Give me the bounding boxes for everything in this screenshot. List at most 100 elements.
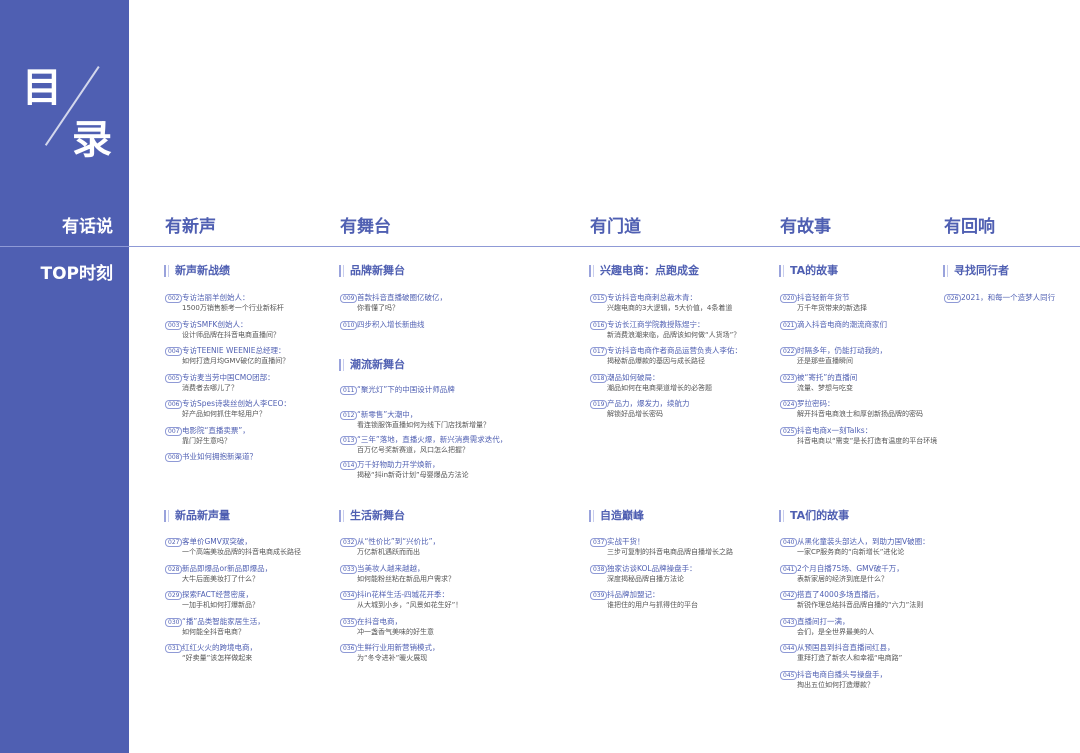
toc-entry[interactable]: 042 搭直了4000多场直播后， 新锐作理总结抖音品牌自播的“六力”法则 bbox=[780, 590, 985, 610]
toc-entry[interactable]: 009 首款抖音直播破圈亿破亿， 你看懂了吗？ bbox=[340, 293, 545, 313]
entry-subtitle: 万亿新机遇跃而而出 bbox=[357, 548, 420, 556]
entry-title: 抖in花样生活-四城花开季： bbox=[357, 590, 450, 599]
entry-subtitle: 表新家居的经济到底是什么？ bbox=[797, 574, 888, 583]
section-title: 生活新舞台 bbox=[339, 510, 405, 522]
page-number-badge: 039 bbox=[590, 591, 608, 600]
toc-entry[interactable]: 032 从“性价比”到“兴价比”， 万亿新机遇跃而而出 bbox=[340, 537, 545, 557]
sidebar: 目 录 有话说 TOP时刻 bbox=[0, 0, 129, 753]
entry-title: 专访抖音电商作者商品运营负责人李佑： bbox=[607, 346, 742, 355]
entry-title: 抖品牌加盟记： bbox=[607, 590, 660, 599]
toc-entry[interactable]: 033 当美妆人越来越越， 如何能粉丝粘在新品用户需求？ bbox=[340, 564, 545, 584]
toc-entry[interactable]: 021 滴入抖音电商的潮流商家们 bbox=[780, 320, 985, 330]
entry-subtitle: 新锐作理总结抖音品牌自播的“六力”法则 bbox=[797, 601, 924, 609]
entry-subtitle: 解锁好品增长密码 bbox=[607, 410, 663, 418]
toc-entry[interactable]: 037 实战干货！ 三步可复制的抖音电商品牌自播增长之路 bbox=[590, 537, 795, 557]
entry-title: 潮品如何破局： bbox=[607, 372, 660, 382]
entry-title: 2021，和每一个造梦人同行 bbox=[961, 293, 1056, 302]
entry-title: 搭直了4000多场直播后， bbox=[797, 590, 884, 599]
toc-entry[interactable]: 011 “聚光灯”下的中国设计师品牌 bbox=[340, 385, 545, 395]
toc-entry[interactable]: 014 万千好物助力开学焕新， 揭秘“抖in新奇计划”母婴爆品方法论 bbox=[340, 460, 545, 480]
toc-entry[interactable]: 018 潮品如何破局： 潮品如何在电商渠道增长的必答题 bbox=[590, 373, 795, 393]
toc-entry[interactable]: 036 生鲜行业用新营销模式， 为“冬令进补”暖火展现 bbox=[340, 643, 545, 663]
entry-subtitle: 谁把住的用户与抓得住的平台 bbox=[607, 601, 698, 609]
entry-title: 当美妆人越来越越， bbox=[357, 563, 425, 573]
entry-title: 首款抖音直播破圈亿破亿， bbox=[357, 293, 447, 302]
entry-title: 被“寄托”的直播间 bbox=[797, 372, 858, 382]
page-number-badge: 017 bbox=[590, 347, 608, 356]
entry-subtitle: 如何能粉丝粘在新品用户需求？ bbox=[357, 574, 455, 583]
page-number-badge: 032 bbox=[340, 538, 358, 547]
entry-subtitle: 流量、梦想与吃变 bbox=[797, 383, 853, 392]
toc-entry[interactable]: 025 抖音电商x一刻Talks： 抖音电商以“需变”是长打造有温度的平台环境 bbox=[780, 426, 985, 446]
section-title: TA们的故事 bbox=[779, 510, 849, 522]
page-number-badge: 038 bbox=[590, 564, 608, 574]
page-number-badge: 010 bbox=[340, 320, 358, 330]
column-heading-3: 有门道 bbox=[590, 217, 641, 237]
entry-title: 滴入抖音电商的潮流商家们 bbox=[797, 319, 887, 329]
entry-subtitle: 重拜打造了新农人和幸福“电商路” bbox=[797, 654, 903, 662]
toc-entry[interactable]: 034 抖in花样生活-四城花开季： 从大城到小乡，“风景如花生好”！ bbox=[340, 590, 545, 610]
entry-subtitle: 兴趣电商的3大逻辑，5大价值，4条着道 bbox=[607, 304, 733, 312]
toc-entry[interactable]: 039 抖品牌加盟记： 谁把住的用户与抓得住的平台 bbox=[590, 590, 795, 610]
toc-entry[interactable]: 010 四步积入增长新曲线 bbox=[340, 320, 545, 330]
toc-entry[interactable]: 026 2021，和每一个造梦人同行 bbox=[944, 293, 1080, 303]
page-number-badge: 023 bbox=[780, 373, 798, 383]
page-number-badge: 003 bbox=[165, 320, 183, 330]
page-number-badge: 014 bbox=[340, 461, 358, 470]
entry-title: 在抖音电商， bbox=[357, 616, 402, 626]
toc-entry[interactable]: 040 从黑化童装头部达人，到助力国V破圈： 一家CP服务商的“向新增长”进化论 bbox=[780, 537, 985, 557]
toc-entry[interactable]: 019 产品力，爆发力，续航力 解锁好品增长密码 bbox=[590, 399, 795, 419]
toc-entry[interactable]: 022 时隔多年，仍能打动我的， 还是那些直播瞬间 bbox=[780, 346, 985, 366]
section-title: 新品新声量 bbox=[164, 510, 230, 522]
toc-entry[interactable]: 023 被“寄托”的直播间 流量、梦想与吃变 bbox=[780, 373, 985, 393]
page-number-badge: 021 bbox=[780, 320, 798, 330]
page-number-badge: 024 bbox=[780, 400, 798, 409]
entry-subtitle: 潮品如何在电商渠道增长的必答题 bbox=[607, 383, 712, 392]
entry-title: 从黑化童装头部达人，到助力国V破圈： bbox=[797, 537, 930, 546]
entry-subtitle: 你看懂了吗？ bbox=[357, 304, 399, 312]
entry-subtitle: 三步可复制的抖音电商品牌自播增长之路 bbox=[607, 548, 733, 556]
toc-entry[interactable]: 004 专访TEENIE WEENIE总经理： 如何打造月均GMV破亿的直播间？ bbox=[165, 346, 370, 366]
page-number-badge: 004 bbox=[165, 347, 183, 356]
entry-subtitle: 一家CP服务商的“向新增长”进化论 bbox=[797, 548, 905, 556]
entry-subtitle: 设计师品牌在抖音电商直播间？ bbox=[182, 330, 280, 339]
entry-title: 抖音电商x一刻Talks： bbox=[797, 425, 873, 435]
entry-title: “三年”落地，直播火爆，新兴消费需求迭代， bbox=[357, 435, 508, 444]
entry-subtitle: 解开抖音电商浪士和厚创新扬品牌的密码 bbox=[797, 410, 923, 418]
page-number-badge: 008 bbox=[165, 453, 183, 462]
entry-title: 从预国县到抖音直播间红县， bbox=[797, 643, 895, 652]
toc-entry[interactable]: 012 “新零售”大潮中， 看连锁服饰直播如何为线下门店找新增量？ bbox=[340, 410, 545, 430]
toc-entry[interactable]: 017 专访抖音电商作者商品运营负责人李佑： 揭秘新品爆款的基因与成长路径 bbox=[590, 346, 795, 366]
page-number-badge: 007 bbox=[165, 426, 183, 436]
page-number-badge: 015 bbox=[590, 294, 608, 303]
page-number-badge: 026 bbox=[944, 294, 962, 303]
section-title: 自造巅峰 bbox=[589, 510, 644, 522]
entry-title: “聚光灯”下的中国设计师品牌 bbox=[357, 385, 455, 394]
entry-title: 专访长江商学院教授陈煜宁： bbox=[607, 319, 705, 329]
entry-title: 专访TEENIE WEENIE总经理： bbox=[182, 346, 286, 355]
row-label-youhuashuo: 有话说 bbox=[62, 217, 113, 237]
toc-entry[interactable]: 035 在抖音电商， 冲一盏香气美味的好生意 bbox=[340, 617, 545, 637]
page-number-badge: 019 bbox=[590, 400, 608, 409]
entry-subtitle: 会们，是全世界最美的人 bbox=[797, 627, 874, 636]
page-number-badge: 027 bbox=[165, 538, 183, 547]
page-number-badge: 036 bbox=[340, 644, 358, 653]
entry-subtitle: 冲一盏香气美味的好生意 bbox=[357, 627, 434, 636]
page-number-badge: 029 bbox=[165, 591, 183, 600]
toc-entry[interactable]: 044 从预国县到抖音直播间红县， 重拜打造了新农人和幸福“电商路” bbox=[780, 643, 985, 663]
page-number-badge: 028 bbox=[165, 564, 183, 574]
page-number-badge: 034 bbox=[340, 591, 358, 600]
toc-entry[interactable]: 045 抖音电商自播头号操盘手， 掏出五位如何打造爆款？ bbox=[780, 670, 985, 690]
page-number-badge: 030 bbox=[165, 617, 183, 627]
toc-entry[interactable]: 013 “三年”落地，直播火爆，新兴消费需求迭代， 百万亿号奖新赛道，风口怎么把握？ bbox=[340, 435, 545, 455]
toc-entry[interactable]: 024 罗拉密码： 解开抖音电商浪士和厚创新扬品牌的密码 bbox=[780, 399, 985, 419]
toc-entry[interactable]: 043 直播间打一满， 会们，是全世界最美的人 bbox=[780, 617, 985, 637]
entry-title: 抖音电商自播头号操盘手， bbox=[797, 669, 887, 679]
page-number-badge: 037 bbox=[590, 538, 608, 547]
toc-entry[interactable]: 015 专访抖音电商刺总裁木青： 兴趣电商的3大逻辑，5大价值，4条着道 bbox=[590, 293, 795, 313]
section-title: 新声新战绩 bbox=[164, 265, 230, 277]
toc-entry[interactable]: 038 独家访谈KOL品牌操盘手： 深度揭秘品牌自播方法论 bbox=[590, 564, 795, 584]
toc-entry[interactable]: 041 2个月自播75场、GMV破千万， 表新家居的经济到底是什么？ bbox=[780, 564, 985, 584]
toc-entry[interactable]: 016 专访长江商学院教授陈煜宁： 新消费浪潮来临，品牌该如何做“人货场”？ bbox=[590, 320, 795, 340]
page-number-badge: 035 bbox=[340, 617, 358, 627]
